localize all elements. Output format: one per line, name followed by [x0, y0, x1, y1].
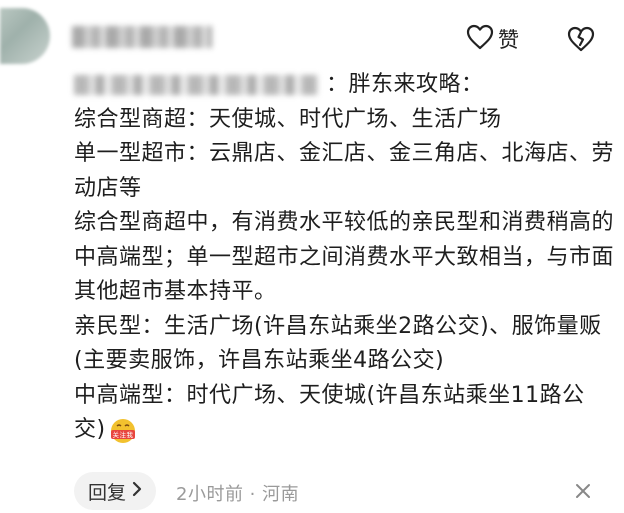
- mention-suffix: ：胖东来攻略：: [326, 72, 484, 97]
- chevron-right-icon: [132, 480, 142, 502]
- comment-footer: 回复 2小时前 · 河南: [74, 472, 624, 510]
- dislike-button[interactable]: [566, 26, 596, 56]
- comment-body: ：胖东来攻略： 综合型商超：天使城、时代广场、生活广场 单一型超市：云鼎店、金汇…: [74, 68, 614, 448]
- broken-heart-icon: [566, 26, 596, 56]
- heart-outline-icon: [466, 24, 494, 54]
- comment-mention-line: ：胖东来攻略：: [74, 68, 614, 103]
- close-icon: [572, 484, 594, 506]
- comment-line-5-text: 中高端型：时代广场、天使城(许昌东站乘坐11路公交): [74, 382, 585, 443]
- comment-line-1: 综合型商超：天使城、时代广场、生活广场: [74, 106, 502, 132]
- username-blurred[interactable]: [72, 26, 212, 48]
- comment-line-4: 亲民型：生活广场(许昌东站乘坐2路公交)、服饰量贩(主要卖服饰，许昌东站乘坐4路…: [74, 313, 602, 374]
- comment-line-2: 单一型超市：云鼎店、金汇店、金三角店、北海店、劳动店等: [74, 141, 615, 201]
- emoji-sticker: 关注我: [108, 416, 138, 444]
- reply-label: 回复: [88, 481, 127, 504]
- comment-line-5: 中高端型：时代广场、天使城(许昌东站乘坐11路公交) 关注我: [74, 379, 614, 448]
- avatar[interactable]: [0, 8, 50, 64]
- like-button[interactable]: 赞: [466, 24, 519, 54]
- comment-meta: 2小时前 · 河南: [176, 484, 300, 505]
- close-button[interactable]: [572, 480, 594, 502]
- mention-blurred[interactable]: [74, 75, 318, 96]
- like-label: 赞: [498, 28, 519, 52]
- reply-button[interactable]: 回复: [74, 472, 157, 510]
- comment-line-3: 综合型商超中，有消费水平较低的亲民型和消费稍高的中高端型；单一型超市之间消费水平…: [74, 210, 615, 304]
- sticker-text: 关注我: [112, 430, 133, 439]
